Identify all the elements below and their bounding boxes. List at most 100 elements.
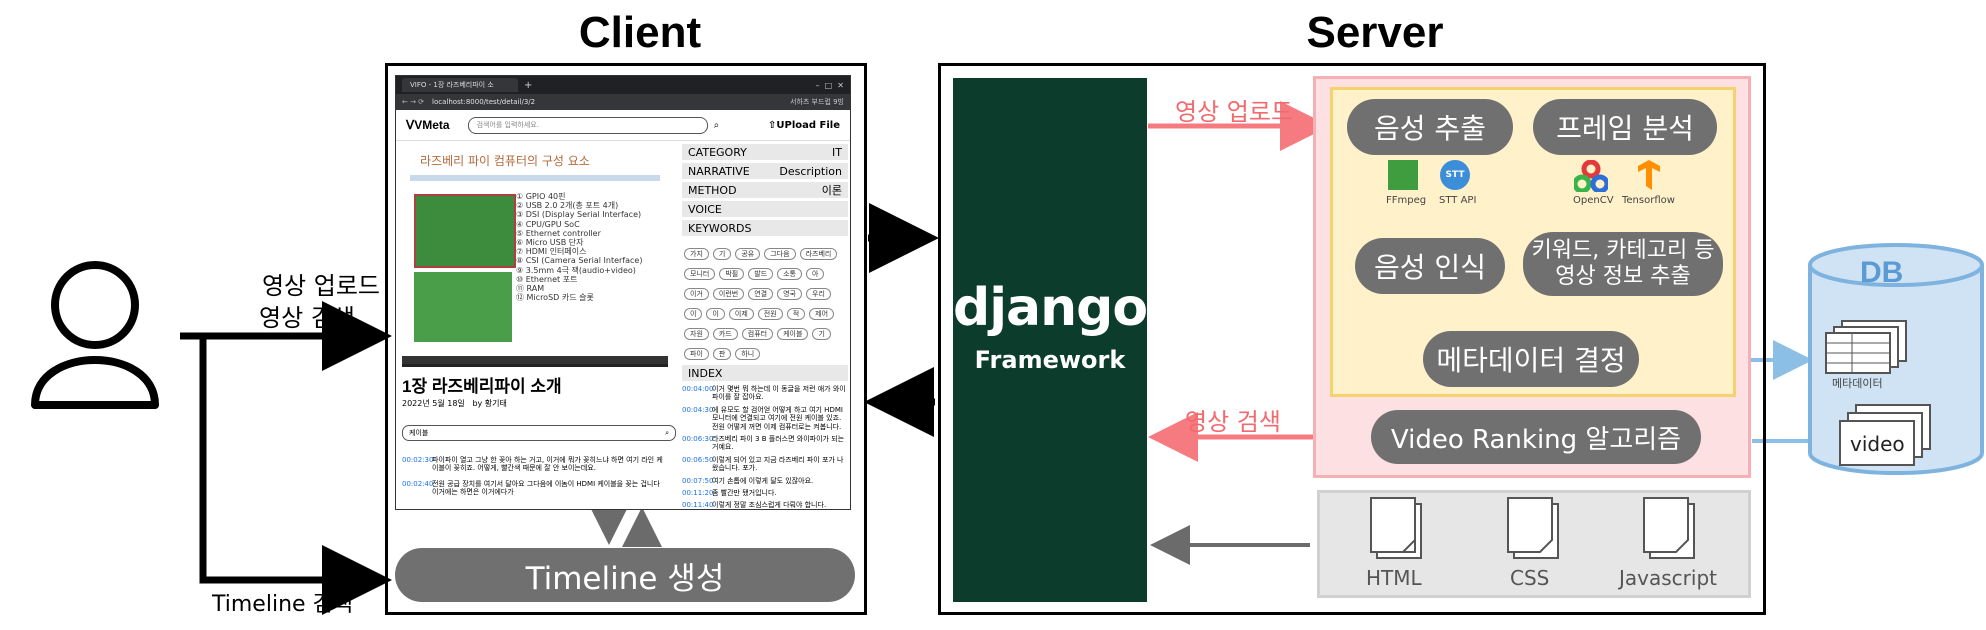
keyword-tag[interactable]: 파이 xyxy=(684,348,709,360)
keyword-tag[interactable]: 이 xyxy=(684,308,703,320)
keyword-tag[interactable]: 아 xyxy=(806,268,825,280)
keyword-tag[interactable]: 발드 xyxy=(748,268,774,280)
index-item[interactable]: 00:06:50 이렇게 되어 있고 지금 라즈베리 파이 포가 나왔습니다. 포… xyxy=(682,456,848,473)
video-player[interactable]: 라즈베리 파이 컴퓨터의 구성 요소 ① GPIO 40핀 ② USB 2.0 … xyxy=(402,144,668,367)
tab-title: VIFO - 1장 라즈베리파이 소 xyxy=(410,81,494,89)
window-controls[interactable]: – □ ✕ xyxy=(816,81,844,90)
index-time[interactable]: 00:06:50 xyxy=(682,456,713,473)
keyword-tag[interactable]: 영국 xyxy=(777,288,802,300)
index-time[interactable]: 00:06:30 xyxy=(682,435,713,452)
browser-window: VIFO - 1장 라즈베리파이 소 + – □ ✕ ← → ⟳ localho… xyxy=(395,75,851,510)
slide-item: ⑤ Ethernet controller xyxy=(516,228,601,238)
index-item[interactable]: 00:11:40 이렇게 정말 조심스럽게 다뤄야 합니다. xyxy=(682,501,848,509)
index-item[interactable]: 00:07:50 여기 손톱에 이렇게 달도 있잖아요. xyxy=(682,477,848,485)
index-text: 라즈베리 파이 3 B 플러스면 와이파이가 되는 거예요. xyxy=(712,434,845,452)
css-file-label: CSS xyxy=(1510,566,1550,590)
keyword-extract-line1: 키워드, 카테고리 등 xyxy=(1531,237,1715,263)
search-icon[interactable]: ⌕ xyxy=(665,426,669,440)
transcript-result[interactable]: 00:02:40 전원 공급 장치를 여기서 달아요 그다음에 이놈이 HDMI… xyxy=(402,480,668,497)
keyword-tag[interactable]: 이제 xyxy=(728,308,754,320)
meta-row-keywords: KEYWORDS xyxy=(682,220,848,236)
url-field[interactable]: localhost:8000/test/detail/3/2 xyxy=(432,98,535,106)
index-time[interactable]: 00:04:00 xyxy=(682,385,713,402)
html-file-label: HTML xyxy=(1366,566,1422,590)
upload-file-button[interactable]: ⇧UPload File xyxy=(768,120,840,131)
keyword-tag[interactable]: 우리 xyxy=(806,288,831,300)
keyword-tag[interactable]: 연결 xyxy=(748,288,774,300)
keyword-tag[interactable]: 가지 xyxy=(684,248,709,260)
keyword-tag[interactable]: 라즈베리 xyxy=(799,248,838,260)
index-list: 00:04:00 이거 몇번 뭐 하는데 이 동글을 저런 애가 와이파이를 잘 … xyxy=(682,385,848,509)
keyword-tags: 가지 기 공유 그다음 라즈베리모니터 박필 발드 소통 아이거 이런번 연결 영국 우리이 이 이제 전원 적… xyxy=(682,239,848,365)
tensorflow-label: Tensorflow xyxy=(1622,195,1675,206)
js-file-icon xyxy=(1643,497,1695,559)
video-ranking-step: Video Ranking 알고리즘 xyxy=(1371,410,1701,464)
timeline-generate-button[interactable]: Timeline 생성 xyxy=(395,548,855,602)
js-file-label: Javascript xyxy=(1619,566,1717,590)
site-logo[interactable]: ⅤVMeta xyxy=(406,118,450,132)
keyword-tag[interactable]: 하니 xyxy=(735,348,761,360)
transcript-search-input[interactable]: 케이블 ⌕ xyxy=(402,425,676,441)
keyword-tag[interactable]: 제어 xyxy=(809,308,835,320)
index-text: 이렇게 정말 조심스럽게 다뤄야 합니다. xyxy=(712,501,827,510)
metadata-table-icon xyxy=(1825,320,1907,374)
keyword-tag[interactable]: 이거 xyxy=(684,288,709,300)
account-chip[interactable]: 서하츠 부드럽 9빙 xyxy=(790,97,844,107)
keyword-tag[interactable]: 판 xyxy=(712,348,732,360)
user-search-label: 영상 검색 xyxy=(259,304,355,332)
keyword-tag[interactable]: 이런번 xyxy=(712,288,745,300)
site-search-input[interactable]: 검색어를 입력하세요. xyxy=(467,116,708,134)
server-title: Server xyxy=(1306,8,1444,57)
keyword-tag[interactable]: 공유 xyxy=(735,248,761,260)
index-time[interactable]: 00:11:40 xyxy=(682,501,713,509)
index-time[interactable]: 00:11:20 xyxy=(682,489,713,497)
db-metadata-label: 메타데이터 xyxy=(1832,377,1883,390)
new-tab-icon[interactable]: + xyxy=(524,80,532,91)
index-text: 이렇게 되어 있고 지금 라즈베리 파이 포가 나왔습니다. 포가. xyxy=(712,455,844,473)
index-text: 좀 빨간만 됐거입니다. xyxy=(712,488,777,497)
keyword-tag[interactable]: 자원 xyxy=(684,328,709,340)
keyword-tag[interactable]: 모니터 xyxy=(684,268,716,280)
index-item[interactable]: 00:11:20 좀 빨간만 됐거입니다. xyxy=(682,489,848,497)
video-title: 1장 라즈베리파이 소개 xyxy=(402,377,562,396)
keyword-tag[interactable]: 기 xyxy=(812,328,831,340)
video-progress-bar[interactable] xyxy=(402,356,668,364)
result-time[interactable]: 00:02:30 xyxy=(402,456,433,473)
search-icon[interactable]: ⌕ xyxy=(714,120,720,131)
index-item[interactable]: 00:04:00 이거 몇번 뭐 하는데 이 동글을 저런 애가 와이파이를 잘 … xyxy=(682,385,848,402)
timeline-search-label: Timeline 검색 xyxy=(212,592,354,617)
keyword-tag[interactable]: 기 xyxy=(712,248,732,260)
keyword-tag[interactable]: 박필 xyxy=(719,268,745,280)
transcript-result[interactable]: 00:02:30 파이파이 열고 그냥 한 꽂아 하는 거고, 이거에 뭐가 꽂… xyxy=(402,456,668,473)
result-text: 파이파이 열고 그냥 한 꽂아 하는 거고, 이거에 뭐가 꽂히느냐 하면 여기… xyxy=(432,456,663,473)
meta-row-method: METHOD 이론 xyxy=(682,182,848,198)
index-header: INDEX xyxy=(682,365,848,381)
keyword-tag[interactable]: 카드 xyxy=(712,328,738,340)
db-video-label: video xyxy=(1850,432,1905,456)
django-block: django Framework xyxy=(953,78,1148,602)
keyword-tag[interactable]: 소통 xyxy=(777,268,802,280)
slide-divider xyxy=(410,175,660,181)
index-text: 에 유모도 할 검어얻 어떻게 하고 여기 HDMI 모니터에 연결되고 여기에… xyxy=(712,405,843,431)
index-time[interactable]: 00:07:50 xyxy=(682,477,713,485)
stt-label: STT API xyxy=(1439,195,1477,206)
html-file-icon xyxy=(1370,497,1422,559)
keyword-tag[interactable]: 케이블 xyxy=(777,328,809,340)
css-file-icon xyxy=(1507,497,1559,559)
index-item[interactable]: 00:06:30 라즈베리 파이 3 B 플러스면 와이파이가 되는 거예요. xyxy=(682,435,848,452)
keyword-tag[interactable]: 전원 xyxy=(757,308,783,320)
nav-arrows-icon[interactable]: ← → ⟳ xyxy=(402,98,424,106)
keyword-tag[interactable]: 그다음 xyxy=(764,248,796,260)
index-item[interactable]: 00:04:30 에 유모도 할 검어얻 어떻게 하고 여기 HDMI 모니터에 … xyxy=(682,406,848,431)
speech-recognition-step: 음성 인식 xyxy=(1355,238,1505,294)
result-time[interactable]: 00:02:40 xyxy=(402,480,433,497)
keyword-tag[interactable]: 이 xyxy=(706,308,725,320)
browser-tab[interactable]: VIFO - 1장 라즈베리파이 소 xyxy=(402,78,518,92)
slide-item: ⑦ HDMI 인터페이스 xyxy=(516,247,587,257)
video-author: by 황기태 xyxy=(472,399,507,408)
index-time[interactable]: 00:04:30 xyxy=(682,406,713,431)
keyword-tag[interactable]: 컴퓨터 xyxy=(741,328,774,340)
video-byline: 2022년 5월 18일 by 황기태 xyxy=(402,398,507,409)
browser-tabbar: VIFO - 1장 라즈베리파이 소 + – □ ✕ xyxy=(396,76,850,94)
keyword-tag[interactable]: 적 xyxy=(786,308,806,320)
